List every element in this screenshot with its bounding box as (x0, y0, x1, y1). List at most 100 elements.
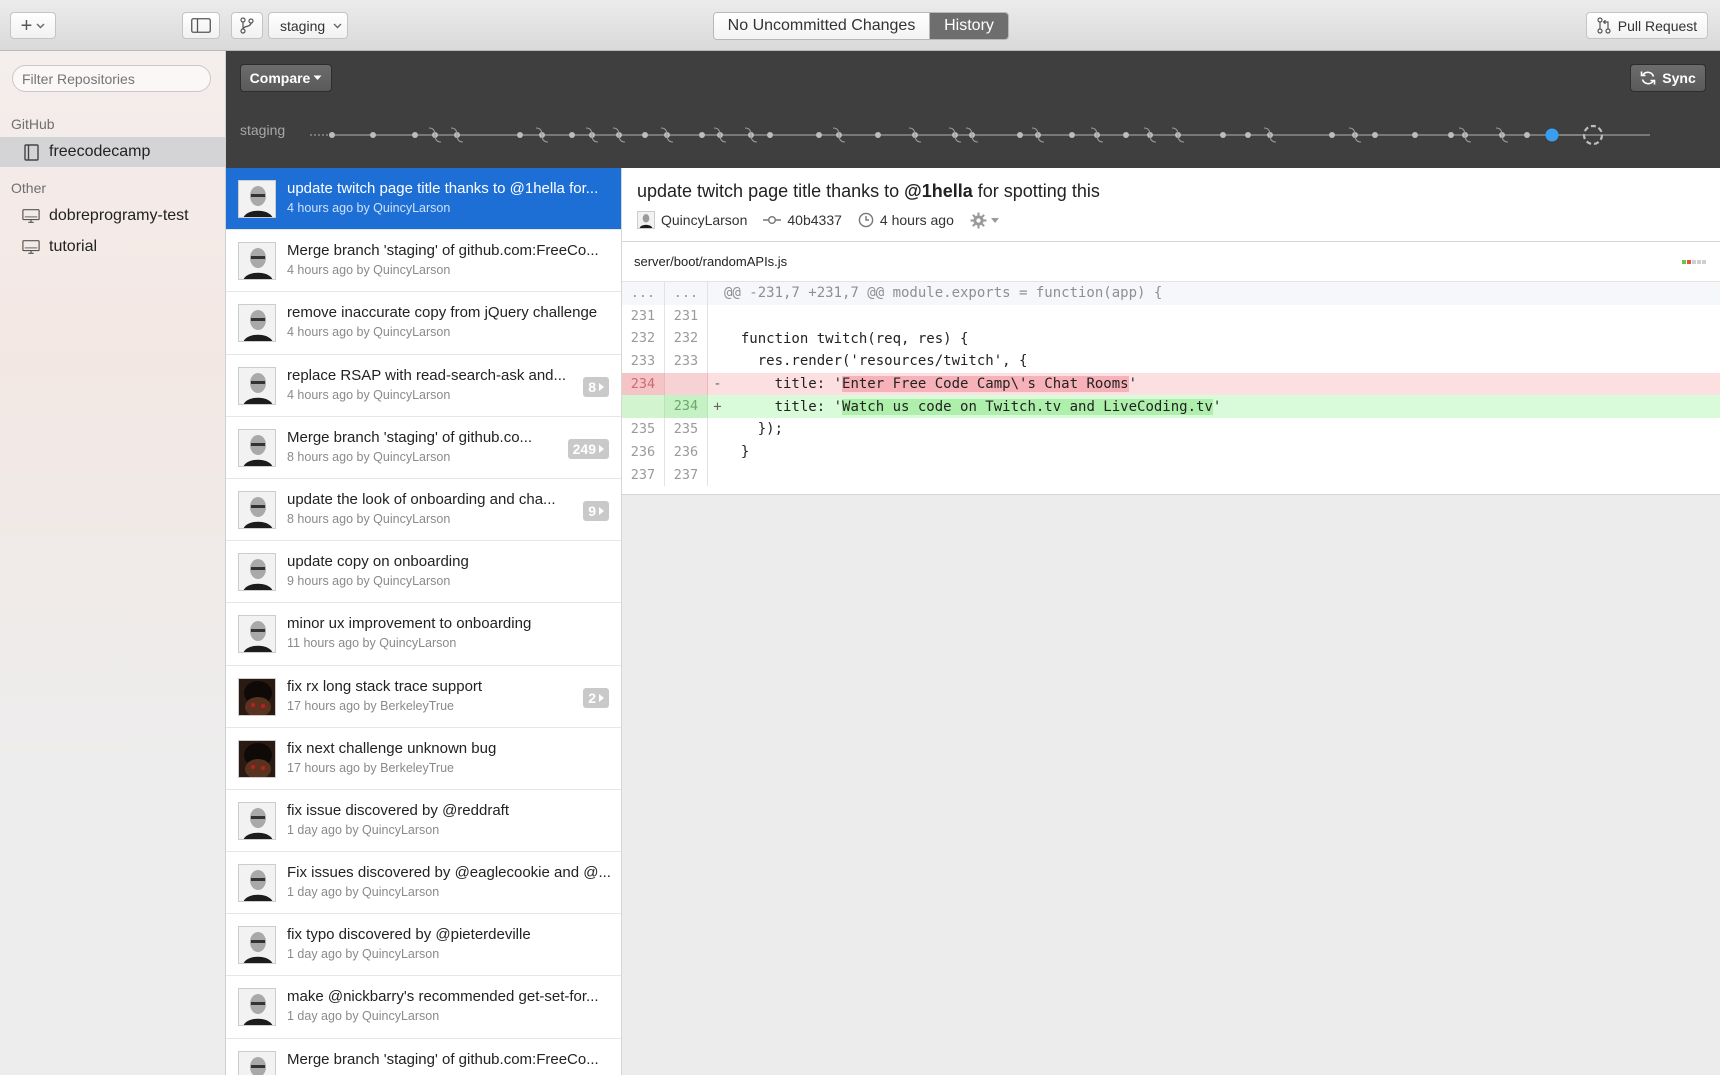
diff-code-text: title: ' (724, 398, 843, 415)
sidebar-item-tutorial[interactable]: tutorial (0, 232, 225, 262)
timeline-commit-dot[interactable] (1245, 132, 1251, 138)
badge-count: 2 (588, 689, 596, 706)
commit-row-title: minor ux improvement to onboarding (287, 615, 532, 633)
commit-count-badge[interactable]: 249 (567, 438, 609, 459)
timeline-commit-dot[interactable] (329, 132, 335, 138)
pull-request-icon (1597, 17, 1611, 34)
commit-row[interactable]: remove inaccurate copy from jQuery chall… (226, 292, 621, 355)
commit-row-meta: 17 hours ago by BerkeleyTrue (287, 760, 454, 775)
commit-row[interactable]: minor ux improvement to onboarding 11 hou… (226, 603, 621, 666)
commit-sha[interactable]: 40b4337 (787, 212, 842, 228)
timeline-commit-dot[interactable] (569, 132, 575, 138)
diff-code: @@ -231,7 +231,7 @@ module.exports = fun… (724, 285, 1163, 302)
timeline-commit-dot[interactable] (1372, 132, 1378, 138)
commit-row[interactable]: fix rx long stack trace support 17 hours … (226, 666, 621, 728)
commit-count-badge[interactable]: 9 (583, 500, 609, 521)
timeline-commit-dot[interactable] (1524, 132, 1530, 138)
commit-count-badge[interactable]: 8 (583, 376, 609, 397)
timeline-commit-dot[interactable] (370, 132, 376, 138)
timeline-commit-dot[interactable] (816, 132, 822, 138)
commit-row-meta: 8 hours ago by QuincyLarson (287, 511, 451, 526)
book-icon (22, 143, 40, 161)
commit-timeline[interactable] (310, 117, 1710, 153)
diff-stat-icon (1682, 260, 1706, 264)
new-line-number: 236 (665, 440, 708, 464)
pull-request-button[interactable]: Pull Request (1586, 12, 1708, 39)
tab-uncommitted-changes[interactable]: No Uncommitted Changes (714, 13, 930, 39)
add-menu-button[interactable]: + (10, 12, 56, 39)
commit-row[interactable]: replace RSAP with read-search-ask and...… (226, 355, 621, 417)
commit-meta: QuincyLarson 40b4337 4 hours ago (637, 211, 999, 229)
commit-row[interactable]: make @nickbarry's recommended get-set-fo… (226, 976, 621, 1039)
commit-row[interactable]: fix next challenge unknown bug 17 hours a… (226, 728, 621, 790)
commit-row[interactable]: fix issue discovered by @reddraft 1 day a… (226, 790, 621, 853)
timeline-commit-dot[interactable] (1220, 132, 1226, 138)
sync-button[interactable]: Sync (1630, 64, 1706, 92)
commit-time: 4 hours ago (879, 212, 954, 228)
avatar (238, 864, 276, 903)
old-line-number: 232 (622, 327, 665, 351)
timeline-commit-dot[interactable] (642, 132, 648, 138)
commit-row[interactable]: update the look of onboarding and cha...… (226, 479, 621, 542)
chevron-down-icon (36, 23, 45, 28)
commit-row-meta: 4 hours ago by QuincyLarson (287, 263, 451, 278)
timeline-commit-dot[interactable] (1412, 132, 1418, 138)
commit-row[interactable]: Merge branch 'staging' of github.com:Fre… (226, 1039, 621, 1075)
diff-line: 232 232 function twitch(req, res) { (622, 327, 1720, 351)
tab-history[interactable]: History (930, 13, 1008, 39)
commit-author[interactable]: QuincyLarson (661, 212, 747, 228)
sidebar-icon (191, 18, 211, 33)
timeline-commit-dot[interactable] (1448, 132, 1454, 138)
new-line-number: 235 (665, 418, 708, 441)
file-path: server/boot/randomAPIs.js (634, 254, 788, 269)
commit-title-mention[interactable]: @1hella (904, 181, 973, 201)
diff-code-change: Enter Free Code Camp\'s Chat Rooms (842, 376, 1129, 393)
badge-count: 249 (572, 440, 596, 457)
timeline-commit-dot[interactable] (1123, 132, 1129, 138)
branch-select[interactable]: staging (268, 12, 348, 39)
timeline-commit-dot[interactable] (1329, 132, 1335, 138)
compare-button[interactable]: Compare (240, 64, 332, 92)
timeline-commit-dot[interactable] (875, 132, 881, 138)
diff-line: 237 237 (622, 463, 1720, 487)
new-line-number: 233 (665, 350, 708, 373)
toggle-sidebar-button[interactable] (182, 12, 220, 39)
commit-row-title: update twitch page title thanks to @1hel… (287, 180, 599, 197)
caret-down-icon (990, 217, 999, 223)
branch-graph-button[interactable] (231, 12, 263, 39)
avatar (238, 428, 276, 467)
filter-repositories-input[interactable] (12, 65, 211, 92)
diff-line: 236 236 } (622, 440, 1720, 464)
commit-row[interactable]: update copy on onboarding 9 hours ago by … (226, 541, 621, 604)
new-line-number (665, 372, 708, 396)
commit-row[interactable]: Merge branch 'staging' of github.co... 8 … (226, 417, 621, 479)
clock-icon (858, 212, 874, 228)
commit-settings-button[interactable] (970, 212, 999, 229)
diff-code: }); (724, 421, 784, 438)
timeline-current-commit[interactable] (1545, 128, 1559, 142)
commit-row-meta: 4 hours ago by QuincyLarson (287, 325, 451, 340)
commit-row[interactable]: Merge branch 'staging' of github.com:Fre… (226, 230, 621, 293)
commit-row-meta: 8 hours ago by QuincyLarson (287, 449, 451, 464)
timeline-commit-dot[interactable] (699, 132, 705, 138)
chevron-down-icon (333, 23, 342, 28)
sidebar-item-freecodecamp[interactable]: freecodecamp (0, 137, 225, 167)
arrow-right-icon (599, 506, 604, 515)
timeline-commit-dot[interactable] (767, 132, 773, 138)
new-line-number: 234 (665, 395, 708, 419)
new-line-number: ... (665, 282, 708, 305)
commit-row[interactable]: update twitch page title thanks to @1hel… (226, 168, 621, 231)
commit-detail: update twitch page title thanks to @1hel… (622, 168, 1720, 1075)
commit-row[interactable]: Fix issues discovered by @eaglecookie an… (226, 852, 621, 915)
commit-row[interactable]: fix typo discovered by @pieterdeville 1 d… (226, 914, 621, 977)
timeline-commit-dot[interactable] (517, 132, 523, 138)
avatar (238, 677, 276, 716)
commit-row-title: update the look of onboarding and cha... (287, 490, 556, 508)
commit-count-badge[interactable]: 2 (583, 687, 609, 708)
sidebar-item-dobreprogramy-test[interactable]: dobreprogramy-test (0, 201, 225, 231)
timeline-commit-dot[interactable] (1069, 132, 1075, 138)
timeline-commit-dot[interactable] (1017, 132, 1023, 138)
timeline-commit-dot[interactable] (412, 132, 418, 138)
commit-row-meta: 4 hours ago by QuincyLarson (287, 387, 451, 402)
avatar (238, 180, 276, 218)
